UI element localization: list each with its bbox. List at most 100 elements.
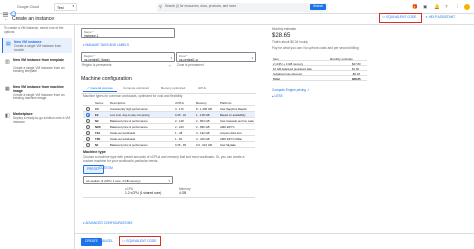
cell-platform: Intel Sapphire Rapids: [220, 107, 247, 112]
tab-general-purpose[interactable]: ✓ General purpose: [83, 86, 117, 92]
manage-tags-label: MANAGE TAGS AND LABELS: [85, 43, 129, 47]
help-assistant-button[interactable]: ✦ HELP ASSISTANT: [425, 14, 455, 20]
sidebar-item-from-machine-image[interactable]: ▦ New VM instance from machine image Cre…: [2, 83, 72, 103]
series-radio[interactable]: [86, 107, 90, 111]
sidebar-item-marketplace[interactable]: ◧ Marketplace Deploy a ready-to-go solut…: [2, 110, 72, 125]
notifications-icon[interactable]: 🔔: [434, 4, 440, 10]
estimate-price: $28.65: [272, 33, 291, 39]
name-input[interactable]: instance-1: [84, 34, 99, 38]
col-vcpus: vCPUs: [175, 101, 185, 106]
series-row[interactable]: N1 Balanced price & performance 0.25 - 96 0…: [83, 142, 255, 148]
chevron-down-icon: ▾: [251, 56, 253, 60]
series-radio[interactable]: [86, 131, 90, 135]
region-note: Region is permanent: [82, 62, 112, 67]
tab-gpus[interactable]: GPUs: [192, 86, 212, 92]
series-radio[interactable]: [86, 125, 90, 129]
cell-description: Scale-out workloads: [110, 131, 136, 136]
code-icon: <>: [382, 15, 386, 20]
machine-type-value: e2-medium (2 vCPU, 1 core, 4 GB memory): [86, 179, 141, 183]
series-radio[interactable]: [86, 137, 90, 141]
compute-engine-pricing-link[interactable]: Compute Engine pricing ↗: [272, 88, 310, 93]
zone-value: us-central1-a: [179, 57, 198, 62]
sidebar-item-desc: Deploy a ready-to-go solution onto a VM …: [13, 116, 71, 124]
menu-icon[interactable]: [3, 4, 8, 17]
cell-vcpus: 2 - 224: [175, 125, 184, 130]
machine-summary-divider: [83, 197, 255, 198]
sidebar-item-title: New VM instance from machine image: [13, 85, 64, 93]
cell-series: N1: [95, 143, 99, 148]
more-vert-icon[interactable]: ⋮: [455, 4, 460, 10]
gift-icon[interactable]: 🎁: [412, 4, 418, 10]
cell-vcpus: 0.25 - 32: [175, 113, 187, 118]
cell-series: E2: [95, 113, 99, 118]
marketplace-icon: ◧: [5, 113, 10, 119]
cancel-button[interactable]: CANCEL: [100, 239, 113, 244]
col-description: Description: [110, 101, 126, 106]
cell-series: T2A: [95, 131, 101, 136]
product-name[interactable]: Google Cloud: [17, 5, 39, 9]
header-divider: [0, 24, 474, 25]
series-radio[interactable]: [86, 119, 90, 123]
check-icon: ✓: [87, 86, 90, 90]
sidebar-item-title: New VM instance from template: [13, 58, 65, 62]
cell-vcpus: 0.25 - 96: [175, 143, 187, 148]
cell-platform: Intel Cascade and Ice Lake: [220, 119, 254, 124]
series-radio[interactable]: [86, 143, 90, 147]
pricing-link-label: Compute Engine pricing: [272, 88, 307, 92]
equivalent-code-header-button[interactable]: <> EQUIVALENT CODE: [379, 12, 422, 23]
cell-platform: Intel Skylake: [220, 143, 236, 148]
manage-tags-link[interactable]: ▾ MANAGE TAGS AND LABELS: [83, 43, 129, 48]
back-arrow-icon[interactable]: ←: [4, 16, 9, 22]
sidebar-item-new-vm[interactable]: ▤ New VM instance Create a single VM ins…: [2, 38, 72, 53]
cell-platform: AMD EPYC Milan: [220, 137, 243, 142]
custom-tab[interactable]: CUSTOM: [99, 166, 113, 171]
cell-description: Low cost, day-to-day computing: [110, 113, 150, 118]
cell-description: Balanced price & performance: [110, 125, 148, 130]
series-radio[interactable]: [86, 113, 90, 117]
vm-icon: ▤: [6, 41, 11, 47]
name-field[interactable]: Name * instance-1: [81, 28, 175, 38]
region-help-icon[interactable]: ?: [169, 64, 171, 68]
cloud-shell-icon[interactable]: ▣: [423, 4, 427, 10]
project-name: Test: [57, 5, 64, 10]
project-picker[interactable]: Test ▾: [54, 3, 77, 11]
help-assistant-icon: ✦: [425, 14, 428, 19]
region-value: us-central1 (Iowa): [84, 57, 110, 62]
code-icon: <>: [122, 238, 126, 243]
equivalent-code-label: EQUIVALENT CODE: [126, 238, 157, 243]
tab-memory-optimized[interactable]: Memory optimized: [155, 86, 191, 92]
chevron-down-icon: ▾: [72, 4, 74, 9]
equivalent-code-footer-button[interactable]: <> EQUIVALENT CODE: [119, 236, 161, 246]
cell-description: Balanced price & performance: [110, 119, 148, 124]
tabs-divider: [81, 92, 256, 93]
sidebar-item-desc: Create a single VM instance from scratch: [14, 44, 62, 52]
avatar[interactable]: [464, 3, 470, 10]
search-bar[interactable]: ⚲ Search (/) for resources, docs, produc…: [157, 2, 328, 12]
cell-platform: Based on availability: [220, 113, 246, 118]
region-select[interactable]: Region * us-central1 (Iowa) ▾: [81, 52, 175, 62]
estimate-title: Monthly estimate: [272, 27, 297, 31]
zone-note: Zone is permanent: [177, 62, 204, 67]
less-link[interactable]: ▴ LESS: [272, 94, 283, 99]
cell-platform: AMD EPYC: [220, 125, 235, 130]
google-cloud-logo-icon[interactable]: [10, 4, 17, 16]
less-label: LESS: [274, 94, 283, 98]
cell-vcpus: 1 - 60: [175, 137, 183, 142]
estimate-cost: $28.65: [352, 76, 361, 81]
help-icon[interactable]: ?: [445, 4, 448, 9]
machine-type-select[interactable]: e2-medium (2 vCPU, 1 core, 4 GB memory) …: [83, 176, 173, 184]
search-button[interactable]: Search: [310, 4, 327, 10]
advanced-configurations-link[interactable]: ▾ ADVANCED CONFIGURATIONS: [83, 221, 132, 226]
create-button[interactable]: CREATE: [81, 238, 102, 246]
zone-select[interactable]: Zone * us-central1-a ▾: [176, 52, 256, 62]
sidebar-item-from-template[interactable]: ▥ New VM instance from template Create a…: [2, 56, 72, 76]
col-series: Series: [95, 101, 104, 106]
cell-vcpus: 2 - 128: [175, 119, 184, 124]
tab-compute-optimized[interactable]: Compute optimized: [118, 86, 154, 92]
machine-family-desc: Machine types for common workloads, opti…: [83, 94, 183, 98]
estimate-row: Total $28.65: [272, 76, 367, 81]
chevron-down-icon: ▾: [170, 56, 172, 60]
search-input[interactable]: Search (/) for resources, docs, products…: [165, 4, 236, 9]
sidebar-item-desc: Create a single VM instance from an exis…: [13, 65, 65, 74]
cell-memory: 8 - 1,408 GB: [196, 107, 212, 112]
